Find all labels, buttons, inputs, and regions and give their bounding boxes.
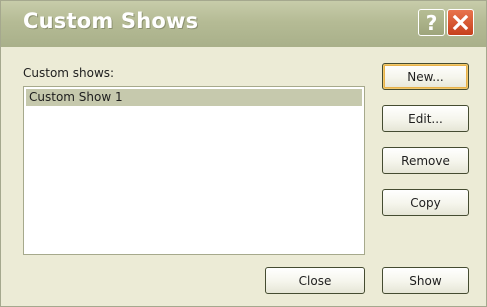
close-button[interactable]: Close: [265, 267, 365, 294]
list-item-custom-show-1[interactable]: Custom Show 1: [26, 89, 362, 106]
remove-button[interactable]: Remove: [382, 147, 469, 174]
custom-shows-dialog: Custom Shows ? Custom shows: Custom Show…: [0, 0, 487, 307]
help-button[interactable]: ?: [418, 9, 445, 36]
show-button[interactable]: Show: [382, 267, 469, 294]
help-icon: ?: [425, 10, 438, 35]
new-button[interactable]: New...: [382, 63, 469, 90]
copy-button[interactable]: Copy: [382, 189, 469, 216]
close-window-button[interactable]: [447, 9, 474, 36]
custom-shows-list[interactable]: Custom Show 1: [23, 86, 365, 255]
edit-button[interactable]: Edit...: [382, 105, 469, 132]
close-icon: [452, 14, 469, 31]
custom-shows-label: Custom shows:: [23, 66, 115, 80]
window-title: Custom Shows: [23, 9, 199, 33]
title-bar: Custom Shows ?: [1, 1, 486, 47]
